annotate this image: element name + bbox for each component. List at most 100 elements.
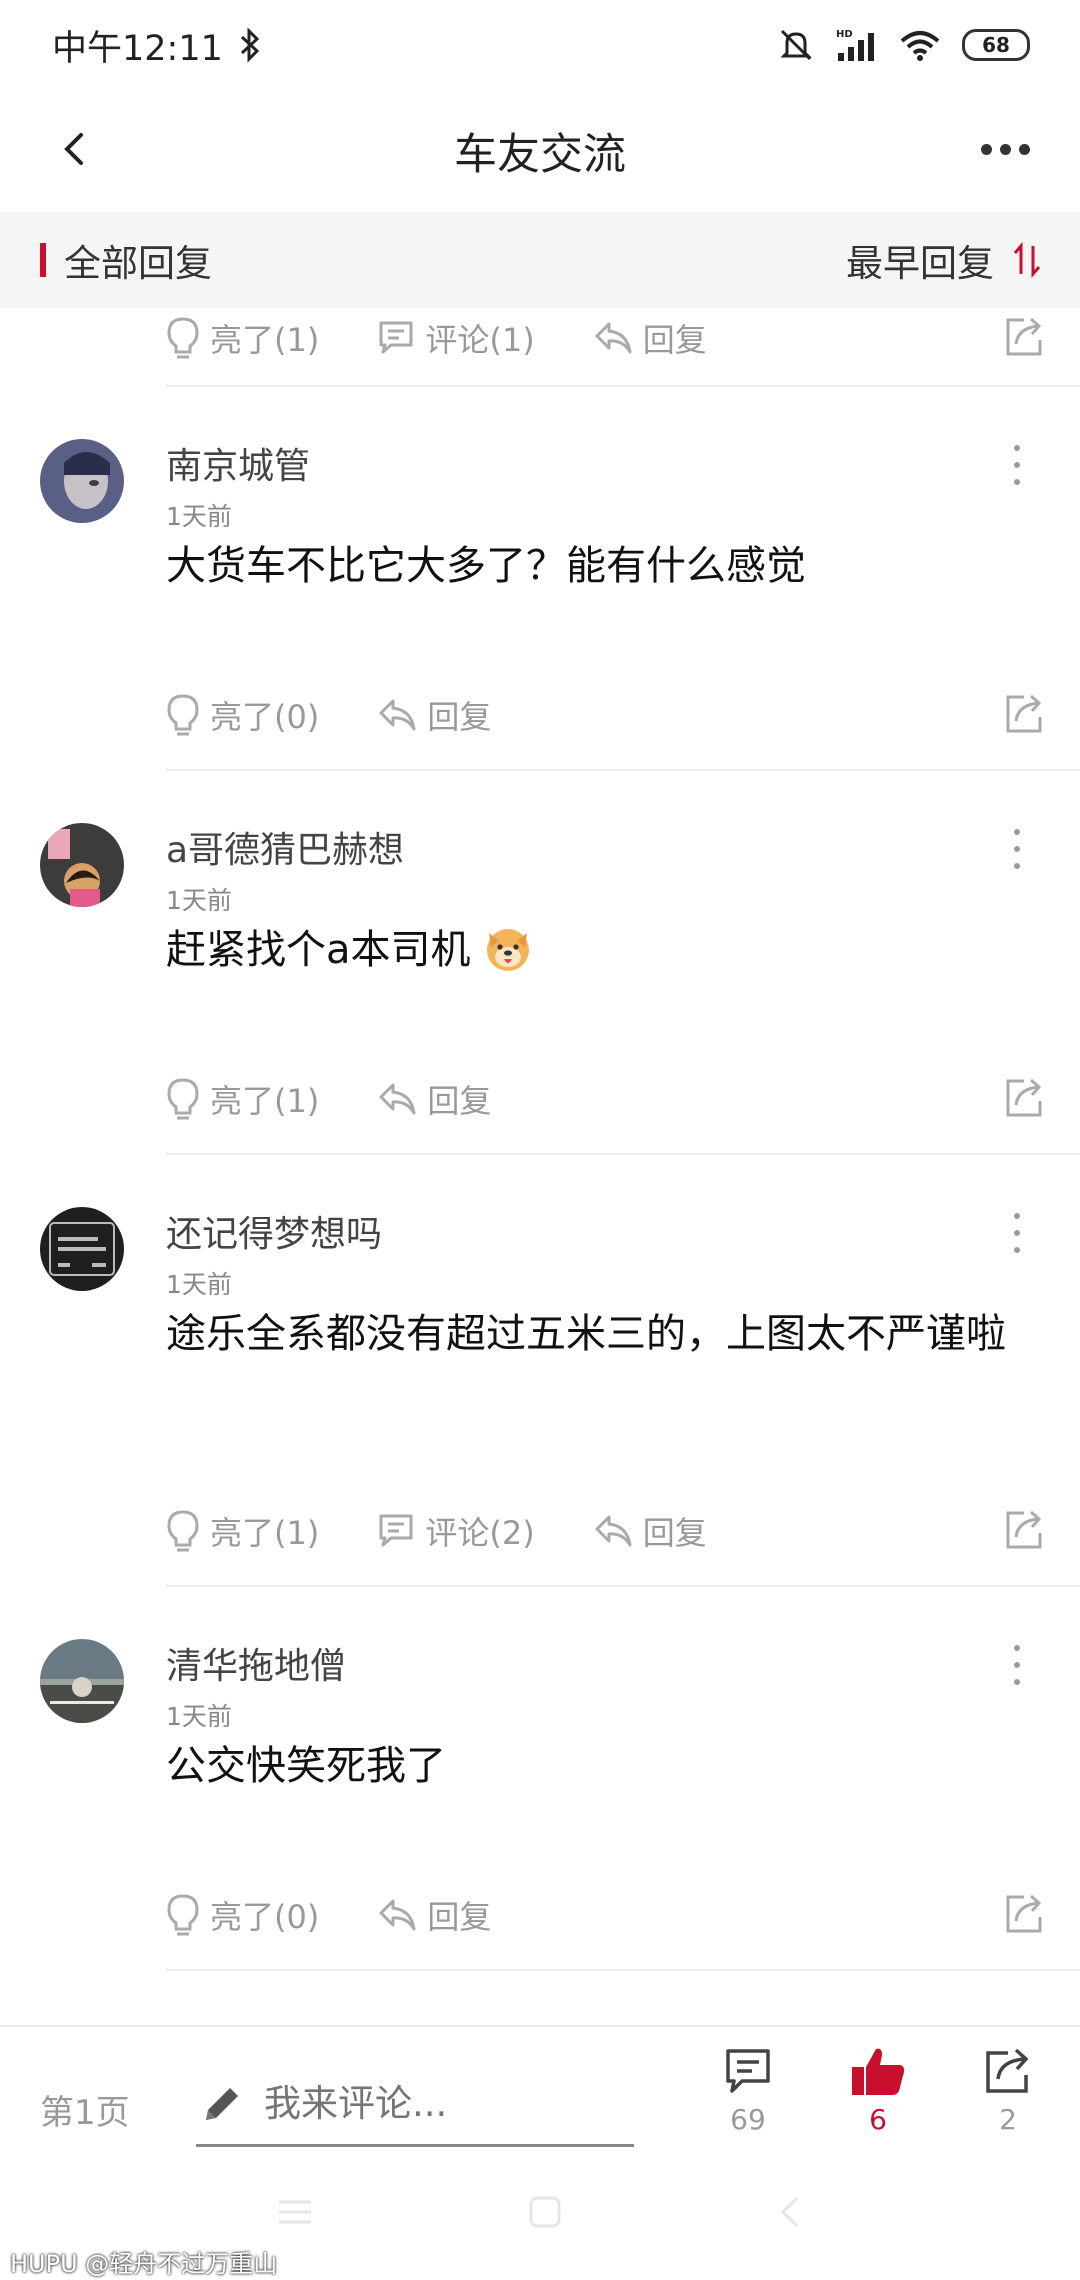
share-button[interactable] [1002,1507,1046,1555]
action-row: 亮了(1) 评论(2) 回复 [166,1501,1046,1561]
action-row: 亮了(1) 评论(1) 回复 [166,308,1046,368]
like-button[interactable]: 亮了(0) [166,1892,319,1938]
username[interactable]: a哥德猜巴赫想 [166,821,404,873]
comment-bubble-icon [379,321,413,354]
divider [166,1969,1080,1971]
doge-emoji-icon [487,929,530,971]
avatar[interactable] [40,1207,124,1291]
section-marker [40,243,46,277]
comment-input[interactable] [264,2082,624,2125]
bulb-icon [167,694,199,736]
comment-text: 大货车不比它大多了？能有什么感觉 [166,543,806,589]
like-button[interactable]: 亮了(1) [166,315,319,361]
share-icon [986,2048,1029,2093]
sort-button[interactable]: 最早回复 [846,233,1042,287]
comment-bubble-icon [379,1514,413,1547]
comment-more-button[interactable] [1002,1645,1032,1685]
menu-icon[interactable] [275,2196,315,2228]
share-button[interactable] [1002,1891,1046,1939]
status-time: 中午12:11 [52,28,223,69]
reply-button[interactable]: 回复 [377,692,491,738]
like-button[interactable]: 亮了(1) [166,1076,319,1122]
back-icon [64,133,83,165]
system-nav-bar [0,2172,1080,2252]
comment-label: 评论(1) [425,321,535,359]
svg-text:HD: HD [836,29,853,40]
reply-icon [379,1083,416,1115]
comments-button[interactable]: 69 [708,2045,788,2136]
more-button[interactable] [970,124,1040,174]
timestamp: 1天前 [166,502,232,531]
divider [166,1153,1080,1155]
avatar[interactable] [40,823,124,907]
username[interactable]: 清华拖地僧 [166,1637,346,1689]
page-title: 车友交流 [454,130,626,180]
reply-button[interactable]: 回复 [593,315,707,361]
bulb-icon [167,1894,199,1936]
reply-button[interactable]: 回复 [377,1892,491,1938]
reply-button[interactable]: 回复 [593,1508,707,1554]
avatar[interactable] [40,1639,124,1723]
back-button[interactable] [48,124,98,174]
share-count: 2 [999,2103,1017,2136]
reply-label: 回复 [427,698,492,736]
like-label: 亮了(0) [210,698,320,736]
username[interactable]: 还记得梦想吗 [166,1205,382,1257]
like-label: 亮了(0) [210,1898,320,1936]
reply-label: 回复 [427,1082,492,1120]
sort-label: 最早回复 [846,242,994,285]
system-back-icon[interactable] [775,2192,805,2232]
comment-button[interactable]: 评论(1) [377,315,535,361]
section-title: 全部回复 [64,242,212,285]
section-title-group: 全部回复 [40,233,212,287]
sort-icon [1013,242,1041,278]
divider [166,1585,1080,1587]
bluetooth-icon [240,27,260,63]
share-button[interactable] [1002,314,1046,362]
bulb-icon [167,1078,199,1120]
comment-text: 途乐全系都没有超过五米三的，上图太不严谨啦 [166,1311,1006,1357]
bottom-bar: 第1页 69 6 2 [0,2025,1080,2172]
pencil-icon [206,2087,238,2120]
section-header: 全部回复 最早回复 [0,212,1080,308]
comment-count: 69 [730,2103,766,2136]
like-button[interactable]: 亮了(1) [166,1508,319,1554]
share-icon [1006,1078,1042,1117]
comment-text: 赶紧找个a本司机 [166,915,1046,985]
page-selector[interactable]: 第1页 [40,2085,130,2134]
watermark: HUPU @轻舟不过万重山 [10,2250,278,2278]
comment-more-button[interactable] [1002,1213,1032,1253]
comment-more-button[interactable] [1002,829,1032,869]
reply-button[interactable]: 回复 [377,1076,491,1122]
action-row: 亮了(0) 回复 [166,1885,1046,1945]
comment-bubble-icon [726,2049,770,2093]
comment-input-field[interactable] [196,2063,634,2147]
username[interactable]: 南京城管 [166,437,310,489]
comment-feed[interactable]: 亮了(1) 评论(1) 回复 南京城管 1天前 大货车不比它大多了？能有什么感觉… [0,308,1080,2025]
bulb-icon [167,317,199,359]
comment-more-button[interactable] [1002,445,1032,485]
share-icon [1006,317,1042,356]
status-left: 中午12:11 [52,20,261,71]
like-button[interactable]: 亮了(0) [166,692,319,738]
share-button[interactable] [1002,1075,1046,1123]
reply-icon [595,1515,632,1547]
more-icon-dot [1018,143,1030,155]
action-row: 亮了(0) 回复 [166,685,1046,745]
avatar[interactable] [40,439,124,523]
like-label: 亮了(1) [210,1082,320,1120]
signal-icon: HD [836,29,874,61]
share-icon [1006,1510,1042,1549]
like-post-button[interactable]: 6 [838,2045,918,2136]
timestamp: 1天前 [166,1270,232,1299]
status-right: HD 68 [778,27,1030,63]
comment-button[interactable]: 评论(2) [377,1508,535,1554]
reply-label: 回复 [642,321,707,359]
share-button[interactable] [1002,691,1046,739]
reply-icon [379,699,416,731]
divider [166,769,1080,771]
timestamp: 1天前 [166,1702,232,1731]
home-icon[interactable] [525,2192,565,2232]
status-bar: 中午12:11 HD 68 [0,0,1080,90]
share-post-button[interactable]: 2 [968,2045,1048,2136]
